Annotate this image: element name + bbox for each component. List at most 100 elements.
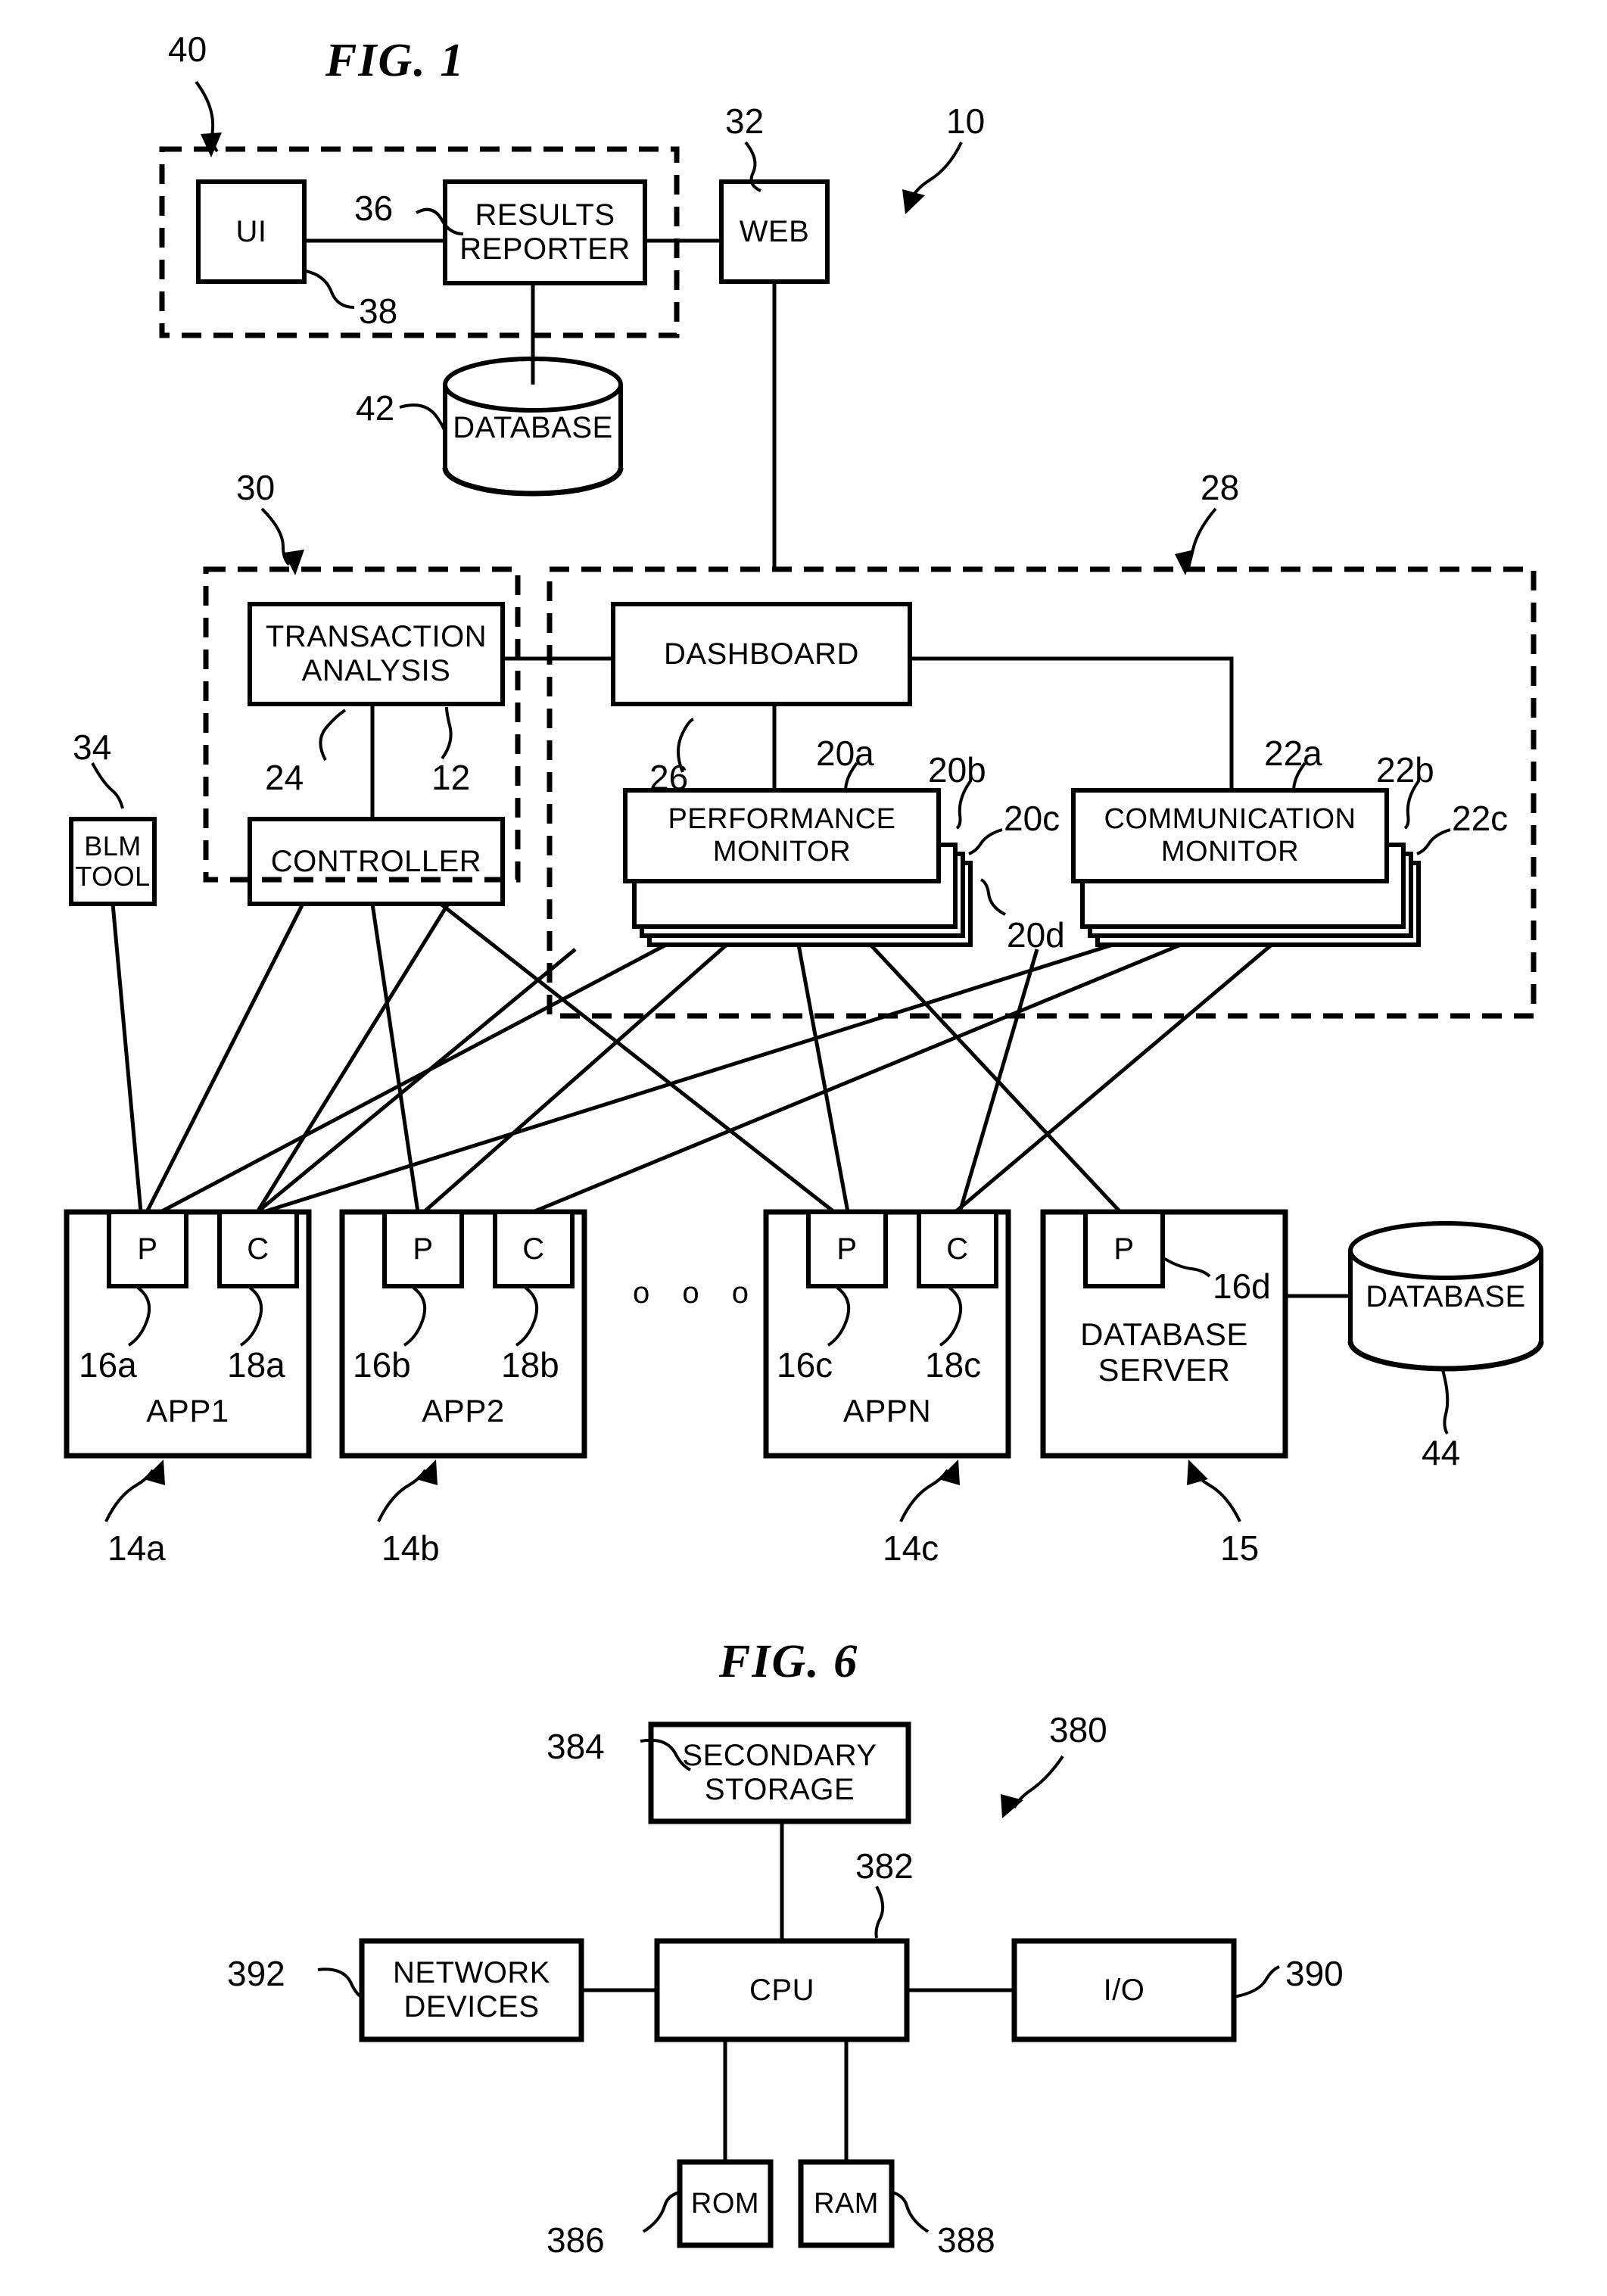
ref-380: 380 bbox=[1049, 1710, 1107, 1749]
arrowhead-40 bbox=[201, 132, 222, 157]
ref-20b: 20b bbox=[928, 750, 986, 790]
label-app2-collector: C bbox=[522, 1232, 545, 1266]
leader-16c bbox=[827, 1286, 850, 1347]
ref-10: 10 bbox=[946, 101, 986, 141]
label-database-44: DATABASE bbox=[1366, 1279, 1526, 1313]
arrowhead-14b bbox=[416, 1460, 438, 1485]
ref-386: 386 bbox=[547, 2220, 605, 2260]
label-network-devices: NETWORK DEVICES bbox=[393, 1956, 550, 2023]
leader-20c bbox=[968, 828, 1003, 855]
label-blm-tool: BLM TOOL bbox=[75, 830, 151, 892]
label-database-42: DATABASE bbox=[453, 410, 613, 444]
ref-390: 390 bbox=[1285, 1954, 1344, 1993]
ref-18b: 18b bbox=[501, 1345, 559, 1385]
arrowhead-14a bbox=[144, 1460, 165, 1485]
label-secondary-storage: SECONDARY STORAGE bbox=[682, 1739, 877, 1806]
label-web: WEB bbox=[739, 214, 810, 248]
leader-20d bbox=[979, 878, 1006, 916]
leader-24 bbox=[319, 709, 347, 761]
leader-10 bbox=[910, 142, 963, 200]
leader-16d bbox=[1160, 1255, 1211, 1278]
ref-28: 28 bbox=[1201, 468, 1240, 507]
label-app2-probe: P bbox=[413, 1232, 434, 1266]
ref-382: 382 bbox=[855, 1846, 914, 1886]
leader-18c bbox=[939, 1286, 962, 1347]
label-ui: UI bbox=[235, 214, 267, 248]
leader-34 bbox=[91, 762, 124, 809]
ref-44: 44 bbox=[1422, 1433, 1461, 1472]
label-dbserver-probe: P bbox=[1113, 1232, 1135, 1266]
arrowhead-10 bbox=[902, 189, 925, 214]
label-app1: APP1 bbox=[146, 1393, 229, 1429]
ref-20c: 20c bbox=[1004, 799, 1060, 838]
label-appn: APPN bbox=[842, 1393, 932, 1429]
label-results-reporter: RESULTS REPORTER bbox=[459, 198, 631, 266]
ref-18c: 18c bbox=[925, 1345, 982, 1385]
ref-392: 392 bbox=[227, 1954, 285, 1993]
ref-384: 384 bbox=[547, 1727, 605, 1766]
link-comm-app1c bbox=[263, 942, 1113, 1214]
ref-14a: 14a bbox=[107, 1528, 166, 1568]
link-controller-app1c bbox=[145, 902, 305, 1213]
ref-14c: 14c bbox=[883, 1528, 939, 1568]
ref-20d: 20d bbox=[1007, 915, 1065, 955]
link-perf-app2p bbox=[422, 943, 728, 1213]
ref-22c: 22c bbox=[1452, 799, 1509, 838]
link-aux-1 bbox=[256, 948, 577, 1213]
label-dashboard: DASHBOARD bbox=[664, 637, 859, 671]
ref-16a: 16a bbox=[79, 1345, 137, 1385]
label-transaction-analysis: TRANSACTION ANALYSIS bbox=[265, 620, 487, 687]
figure-1-title: FIG. 1 bbox=[325, 35, 466, 86]
leader-388 bbox=[891, 2191, 930, 2233]
leader-18b bbox=[515, 1286, 538, 1347]
ref-15: 15 bbox=[1220, 1528, 1260, 1568]
leader-22c bbox=[1416, 828, 1451, 855]
ref-16b: 16b bbox=[353, 1345, 411, 1385]
link-blm-app1 bbox=[111, 903, 143, 1213]
label-cpu: CPU bbox=[749, 1973, 814, 2007]
label-database-server: DATABASE SERVER bbox=[1080, 1316, 1248, 1388]
label-app1-collector: C bbox=[247, 1232, 269, 1266]
patent-drawing-sheet: FIG. 1 40 36 38 32 10 42 30 28 34 24 12 … bbox=[0, 0, 1607, 2296]
ref-36: 36 bbox=[354, 188, 394, 228]
leader-42 bbox=[399, 403, 447, 437]
label-io: I/O bbox=[1103, 1973, 1145, 2007]
link-comm-appnc bbox=[954, 943, 1273, 1213]
ref-16c: 16c bbox=[777, 1345, 833, 1385]
label-rom: ROM bbox=[690, 2187, 760, 2220]
ref-388: 388 bbox=[937, 2220, 995, 2260]
label-app2: APP2 bbox=[422, 1393, 505, 1429]
leader-28 bbox=[1187, 507, 1217, 569]
label-communication-monitor: COMMUNICATION MONITOR bbox=[1104, 803, 1356, 868]
ref-14b: 14b bbox=[382, 1528, 440, 1568]
label-performance-monitor: PERFORMANCE MONITOR bbox=[668, 803, 896, 868]
ref-22b: 22b bbox=[1376, 750, 1434, 790]
ellipsis-more-apps: o o o bbox=[633, 1276, 761, 1310]
link-ta-down bbox=[439, 902, 836, 1213]
ref-34: 34 bbox=[73, 727, 112, 767]
leader-386 bbox=[642, 2191, 680, 2233]
label-app1-probe: P bbox=[137, 1232, 158, 1266]
leader-18a bbox=[239, 1286, 263, 1347]
ref-32: 32 bbox=[725, 101, 765, 141]
leader-38 bbox=[305, 269, 355, 309]
link-controller-appnc bbox=[255, 902, 450, 1213]
label-appn-probe: P bbox=[836, 1232, 858, 1266]
ref-24: 24 bbox=[265, 758, 304, 797]
ref-20a: 20a bbox=[816, 734, 874, 773]
link-perf-appnp bbox=[796, 944, 850, 1213]
leader-30 bbox=[260, 507, 291, 566]
leader-16b bbox=[403, 1286, 426, 1347]
ref-38: 38 bbox=[359, 291, 398, 331]
leader-390 bbox=[1233, 1965, 1280, 1998]
ref-18a: 18a bbox=[227, 1345, 285, 1385]
leader-44 bbox=[1441, 1369, 1450, 1435]
ref-16d: 16d bbox=[1213, 1266, 1271, 1306]
label-ram: RAM bbox=[814, 2187, 879, 2220]
leader-392 bbox=[317, 1967, 365, 2000]
ref-12: 12 bbox=[431, 758, 471, 797]
leader-16a bbox=[127, 1286, 151, 1347]
leader-382 bbox=[874, 1886, 885, 1939]
ref-42: 42 bbox=[356, 388, 395, 428]
leader-12 bbox=[441, 706, 453, 760]
